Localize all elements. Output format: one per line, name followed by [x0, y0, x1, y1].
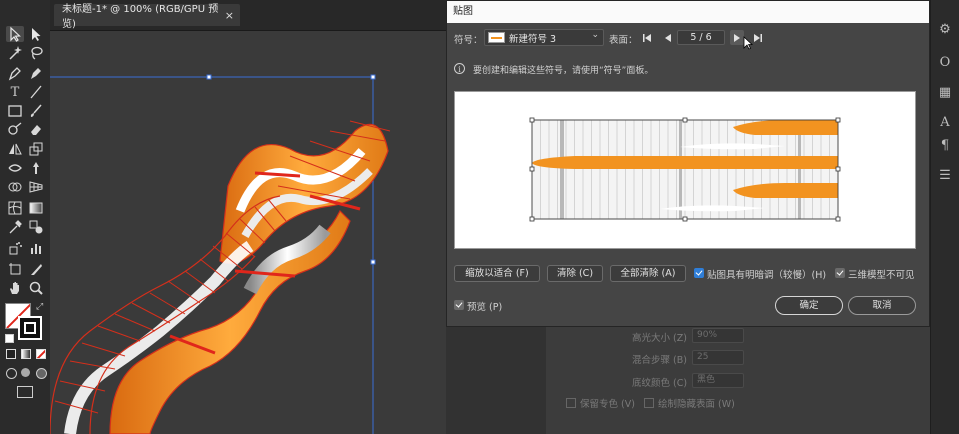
puppet-warp-tool-icon[interactable] — [27, 160, 45, 176]
preserve-spot-label: 保留专色 (V) — [580, 399, 635, 410]
screen-mode-icon[interactable] — [17, 386, 33, 398]
scale-to-fit-button[interactable]: 缩放以适合 (F) — [454, 265, 540, 282]
shade-artwork-checkbox[interactable] — [694, 268, 704, 278]
blend-steps-label: 混合步骤 (B) — [632, 355, 687, 366]
tools-panel: T ⤢ — [0, 0, 51, 434]
chevron-down-icon: ⌄ — [591, 30, 599, 40]
right-panel-dock: ⚙ O ▦ A ¶ ☰ — [930, 0, 959, 434]
stroke-swatch[interactable] — [18, 316, 42, 340]
width-tool-icon[interactable] — [6, 160, 24, 176]
shaper-tool-icon[interactable] — [6, 121, 24, 137]
document-tab[interactable]: 未标题-1* @ 100% (RGB/GPU 预览) × — [54, 4, 240, 30]
shade-artwork-label: 贴图具有明暗调（较慢）(H) — [707, 270, 827, 281]
surface-page-field[interactable]: 5 / 6 — [677, 30, 725, 45]
document-tab-title: 未标题-1* @ 100% (RGB/GPU 预览) — [62, 4, 219, 30]
type-tool-icon[interactable]: T — [6, 84, 24, 100]
draw-hidden-checkbox[interactable] — [644, 398, 654, 408]
align-icon[interactable]: ☰ — [937, 168, 953, 184]
invisible-geometry-checkbox[interactable] — [835, 268, 845, 278]
wavy-3d-artwork — [50, 74, 391, 434]
next-surface-icon[interactable] — [730, 30, 744, 45]
draw-behind-icon[interactable] — [21, 368, 30, 377]
document-tabbar: 未标题-1* @ 100% (RGB/GPU 预览) × — [50, 0, 446, 31]
reflect-tool-icon[interactable] — [6, 141, 24, 157]
layers-icon[interactable]: ▦ — [937, 85, 953, 101]
color-mode-icon[interactable] — [6, 349, 16, 359]
eyedropper-tool-icon[interactable] — [6, 219, 24, 235]
preserve-spot-checkbox[interactable] — [566, 398, 576, 408]
gradient-tool-icon[interactable] — [27, 200, 45, 216]
pen-tool-icon[interactable] — [6, 65, 24, 81]
preview-label: 预览 (P) — [467, 302, 503, 313]
line-tool-icon[interactable] — [27, 84, 45, 100]
direct-selection-tool-icon[interactable] — [27, 26, 45, 42]
symbol-label: 符号： — [454, 35, 483, 46]
blend-tool-icon[interactable] — [27, 219, 45, 235]
slice-tool-icon[interactable] — [27, 261, 45, 277]
clear-all-button[interactable]: 全部清除 (A) — [610, 265, 686, 282]
magic-wand-tool-icon[interactable] — [6, 45, 24, 61]
column-graph-tool-icon[interactable] — [27, 240, 45, 256]
dialog-title: 贴图 — [447, 1, 929, 23]
libraries-icon[interactable]: ⚙ — [937, 22, 953, 38]
previous-surface-icon[interactable] — [661, 30, 675, 45]
appearance-icon[interactable]: O — [937, 55, 953, 71]
hand-tool-icon[interactable] — [6, 280, 24, 296]
none-mode-icon[interactable] — [36, 349, 46, 359]
draw-hidden-label: 绘制隐藏表面 (W) — [658, 399, 735, 410]
gradient-mode-icon[interactable] — [21, 349, 31, 359]
character-icon[interactable]: A — [937, 115, 953, 131]
paragraph-icon[interactable]: ¶ — [937, 138, 953, 154]
curvature-tool-icon[interactable] — [27, 65, 45, 81]
symbol-select[interactable]: 新建符号 3 ⌄ — [484, 29, 604, 46]
symbol-sprayer-tool-icon[interactable] — [6, 240, 24, 256]
shade-color-select[interactable]: 黑色 — [692, 373, 744, 388]
blend-steps-field[interactable]: 25 — [692, 350, 744, 365]
lasso-tool-icon[interactable] — [27, 45, 45, 61]
shape-builder-tool-icon[interactable] — [6, 179, 24, 195]
invisible-geometry-label: 三维模型不可见 — [848, 270, 915, 281]
first-surface-icon[interactable] — [640, 30, 654, 45]
zoom-tool-icon[interactable] — [27, 280, 45, 296]
perspective-grid-tool-icon[interactable] — [27, 179, 45, 195]
artboard-canvas[interactable] — [50, 31, 446, 434]
clear-button[interactable]: 清除 (C) — [547, 265, 603, 282]
mouse-cursor-icon — [743, 36, 753, 50]
artboard-tool-icon[interactable] — [6, 261, 24, 277]
draw-normal-icon[interactable] — [6, 368, 17, 379]
scale-tool-icon[interactable] — [27, 141, 45, 157]
close-tab-icon[interactable]: × — [225, 9, 234, 22]
ok-button[interactable]: 确定 — [775, 296, 843, 315]
draw-inside-icon[interactable] — [36, 368, 47, 379]
shade-color-label: 底纹颜色 (C) — [632, 378, 688, 389]
eraser-tool-icon[interactable] — [27, 121, 45, 137]
surface-preview[interactable] — [454, 91, 916, 249]
symbol-swatch-icon — [488, 32, 505, 43]
info-text: 要创建和编辑这些符号，请使用“符号”面板。 — [473, 66, 654, 76]
symbol-select-value: 新建符号 3 — [509, 34, 557, 45]
swap-fill-stroke-icon[interactable]: ⤢ — [36, 302, 43, 312]
rectangle-tool-icon[interactable] — [6, 103, 24, 119]
cancel-button[interactable]: 取消 — [848, 296, 916, 315]
info-icon: i — [454, 63, 465, 74]
surface-label: 表面： — [609, 35, 638, 46]
paintbrush-tool-icon[interactable] — [27, 103, 45, 119]
surface-map-artwork — [529, 117, 841, 222]
mesh-tool-icon[interactable] — [6, 200, 24, 216]
default-colors-icon[interactable] — [5, 334, 14, 343]
last-surface-icon[interactable] — [751, 30, 765, 45]
preview-checkbox[interactable] — [454, 300, 464, 310]
highlight-size-label: 高光大小 (Z) — [632, 333, 687, 344]
highlight-size-field[interactable]: 90% — [692, 328, 744, 343]
selection-tool-icon[interactable] — [6, 26, 24, 42]
